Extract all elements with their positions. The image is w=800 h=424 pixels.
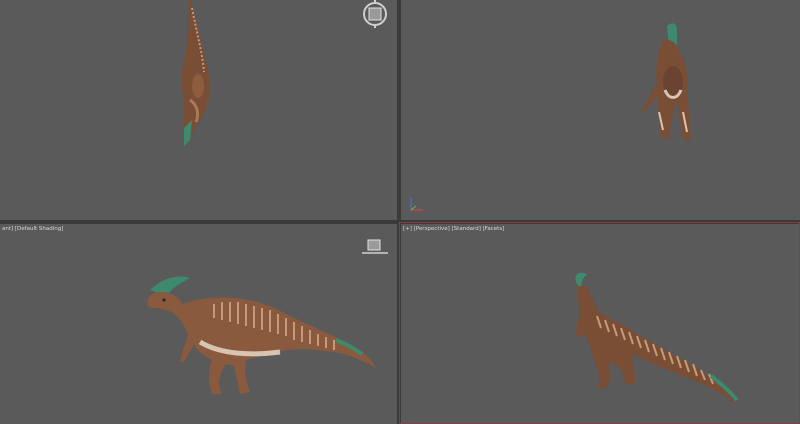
viewport-layout: ant] [Default Shading] [+] [Perspective]… <box>0 0 800 424</box>
left-viewport[interactable]: ant] [Default Shading] <box>0 224 397 424</box>
perspective-viewport[interactable]: [+] [Perspective] [Standard] [Facets] <box>401 224 800 424</box>
vertical-divider[interactable] <box>397 0 401 424</box>
left-viewport-label[interactable]: ant] [Default Shading] <box>2 226 63 232</box>
front-viewport[interactable] <box>401 0 800 220</box>
dinosaur-side-view[interactable] <box>0 224 397 424</box>
dinosaur-front-view[interactable] <box>401 0 800 220</box>
axis-tripod-icon <box>407 196 427 214</box>
dinosaur-perspective-view[interactable] <box>401 224 800 424</box>
horizontal-divider[interactable] <box>0 220 800 224</box>
dinosaur-top-view[interactable] <box>0 0 397 220</box>
viewcube-icon[interactable] <box>360 238 390 256</box>
viewcube-icon[interactable] <box>360 0 390 30</box>
perspective-viewport-label[interactable]: [+] [Perspective] [Standard] [Facets] <box>403 226 504 232</box>
top-viewport[interactable] <box>0 0 397 220</box>
